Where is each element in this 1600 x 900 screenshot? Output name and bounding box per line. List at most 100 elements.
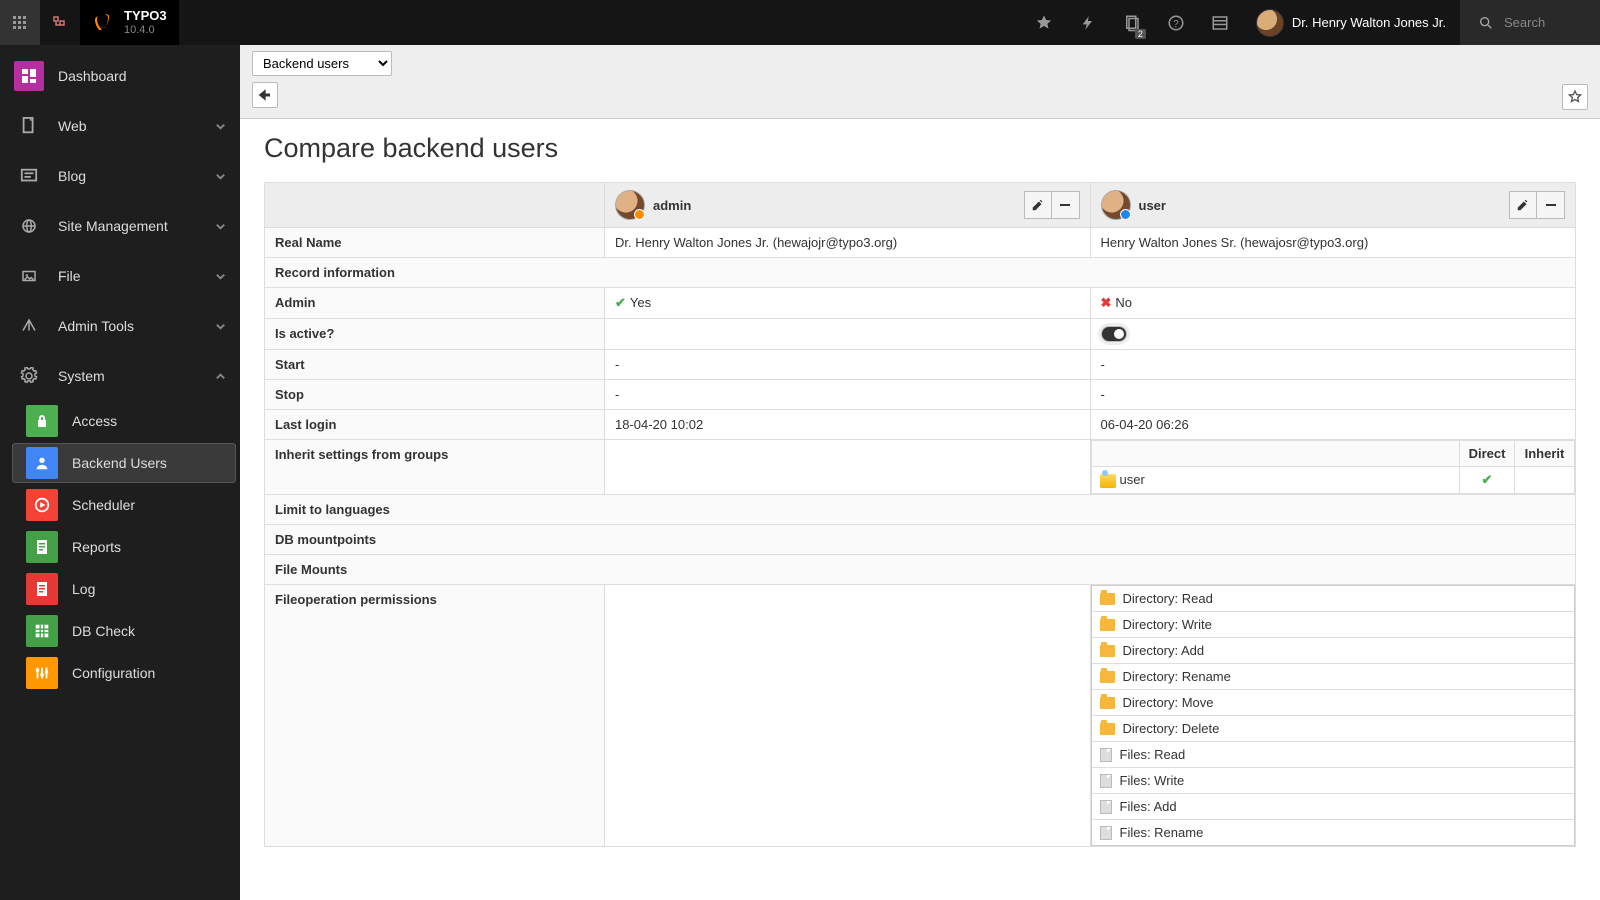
- active-toggle[interactable]: [1101, 326, 1127, 342]
- folder-icon: [1100, 593, 1115, 605]
- row-label: Last login: [265, 410, 605, 440]
- cell-inherit-0: [605, 440, 1091, 495]
- check-icon: ✔: [1468, 472, 1506, 488]
- folder-icon: [1100, 619, 1115, 631]
- cross-icon: ✖: [1101, 295, 1112, 310]
- file-permission-item: Files: Rename: [1092, 819, 1575, 845]
- cell-admin-1: ✖No: [1090, 288, 1576, 319]
- remove-button[interactable]: [1537, 191, 1565, 219]
- chevron-down-icon: [215, 221, 226, 232]
- module-sidebar: Dashboard WebBlog Site Management FileAdmi…: [0, 45, 240, 900]
- sidebar-label: DB Check: [72, 623, 135, 639]
- apps-icon[interactable]: [0, 0, 40, 45]
- file-permission-item: Files: Write: [1092, 767, 1575, 793]
- topbar-left: TYPO3 10.4.0: [0, 0, 179, 45]
- file-permission-item: Directory: Write: [1092, 611, 1575, 637]
- sidebar-item-db-check[interactable]: DB Check: [12, 611, 236, 651]
- cell-real-name-0: Dr. Henry Walton Jones Jr. (hewajojr@typ…: [605, 228, 1091, 258]
- application-info-icon[interactable]: [1198, 0, 1242, 45]
- user-avatar-icon: [615, 190, 645, 220]
- user-menu[interactable]: Dr. Henry Walton Jones Jr.: [1242, 0, 1460, 45]
- cell-stop-0: -: [605, 380, 1091, 410]
- inherit-table: Direct Inherit user ✔: [1091, 440, 1576, 494]
- sidebar-label: System: [58, 368, 105, 384]
- sidebar-group-file[interactable]: File: [0, 251, 240, 301]
- sidebar-label: Scheduler: [72, 497, 135, 513]
- bookmark-button[interactable]: [1562, 84, 1588, 110]
- module-icon: [26, 531, 58, 563]
- help-icon[interactable]: ?: [1154, 0, 1198, 45]
- col-inherit: Inherit: [1515, 441, 1575, 467]
- bookmark-star-icon[interactable]: [1022, 0, 1066, 45]
- sidebar-item-access[interactable]: Access: [12, 401, 236, 441]
- dashboard-icon: [14, 61, 44, 91]
- module-group-icon: [14, 211, 44, 241]
- permission-label: Directory: Rename: [1123, 669, 1231, 684]
- cell-start-1: -: [1090, 350, 1576, 380]
- file-permissions-list: Directory: ReadDirectory: WriteDirectory…: [1091, 585, 1576, 846]
- module-icon: [26, 489, 58, 521]
- row-label: Limit to languages: [265, 495, 1576, 525]
- sidebar-item-backend-users[interactable]: Backend Users: [12, 443, 236, 483]
- row-label: Admin: [265, 288, 605, 319]
- usergroup-icon: [1100, 474, 1116, 488]
- inherit-direct-check: ✔: [1460, 467, 1515, 494]
- sidebar-item-reports[interactable]: Reports: [12, 527, 236, 567]
- chevron-down-icon: [215, 171, 226, 182]
- module-mode-select[interactable]: Backend users: [252, 51, 392, 76]
- opendocs-icon[interactable]: 2: [1110, 0, 1154, 45]
- cell-inherit-1: Direct Inherit user ✔: [1090, 440, 1576, 495]
- row-label: File Mounts: [265, 555, 1576, 585]
- folder-icon: [1100, 723, 1115, 735]
- search-field[interactable]: Search: [1460, 0, 1600, 45]
- sidebar-item-dashboard[interactable]: Dashboard: [0, 51, 240, 101]
- sidebar-group-site-management[interactable]: Site Management: [0, 201, 240, 251]
- sidebar-item-scheduler[interactable]: Scheduler: [12, 485, 236, 525]
- sidebar-group-web[interactable]: Web: [0, 101, 240, 151]
- sidebar-item-configuration[interactable]: Configuration: [12, 653, 236, 693]
- file-permission-item: Files: Add: [1092, 793, 1575, 819]
- cell-fileop-1: Directory: ReadDirectory: WriteDirectory…: [1090, 585, 1576, 847]
- inherit-group-name: user: [1091, 467, 1460, 494]
- sidebar-label: Access: [72, 413, 117, 429]
- edit-button[interactable]: [1024, 191, 1052, 219]
- edit-button[interactable]: [1509, 191, 1537, 219]
- cache-flash-icon[interactable]: [1066, 0, 1110, 45]
- module-icon: [26, 615, 58, 647]
- user-display-name: Dr. Henry Walton Jones Jr.: [1292, 15, 1446, 30]
- cell-real-name-1: Henry Walton Jones Sr. (hewajosr@typo3.o…: [1090, 228, 1576, 258]
- remove-button[interactable]: [1052, 191, 1080, 219]
- permission-label: Directory: Move: [1123, 695, 1214, 710]
- row-label: Record information: [265, 258, 1576, 288]
- file-permission-item: Directory: Delete: [1092, 715, 1575, 741]
- sidebar-item-log[interactable]: Log: [12, 569, 236, 609]
- sidebar-group-system[interactable]: System: [0, 351, 240, 401]
- sidebar-group-blog[interactable]: Blog: [0, 151, 240, 201]
- sidebar-label: Site Management: [58, 218, 168, 234]
- cell-admin-0: ✔Yes: [605, 288, 1091, 319]
- chevron-up-icon: [215, 371, 226, 382]
- file-permission-item: Directory: Rename: [1092, 663, 1575, 689]
- row-label: Fileoperation permissions: [265, 585, 605, 847]
- brand[interactable]: TYPO3 10.4.0: [80, 0, 179, 45]
- row-label: Stop: [265, 380, 605, 410]
- chevron-down-icon: [215, 321, 226, 332]
- folder-icon: [1100, 697, 1115, 709]
- pagetree-icon[interactable]: [40, 0, 80, 45]
- search-placeholder: Search: [1504, 15, 1545, 30]
- row-label: Start: [265, 350, 605, 380]
- back-button[interactable]: [252, 82, 278, 108]
- file-icon: [1100, 748, 1112, 762]
- check-icon: ✔: [615, 295, 626, 310]
- col-direct: Direct: [1460, 441, 1515, 467]
- sidebar-label: Backend Users: [72, 455, 167, 471]
- compare-username: user: [1139, 198, 1166, 213]
- module-group-icon: [14, 111, 44, 141]
- svg-text:?: ?: [1173, 18, 1179, 29]
- folder-icon: [1100, 645, 1115, 657]
- cell-active-1: [1090, 319, 1576, 350]
- topbar: TYPO3 10.4.0 2 ? Dr. Henry Walton Jones …: [0, 0, 1600, 45]
- permission-label: Directory: Delete: [1123, 721, 1220, 736]
- permission-label: Directory: Write: [1123, 617, 1212, 632]
- sidebar-group-admin-tools[interactable]: Admin Tools: [0, 301, 240, 351]
